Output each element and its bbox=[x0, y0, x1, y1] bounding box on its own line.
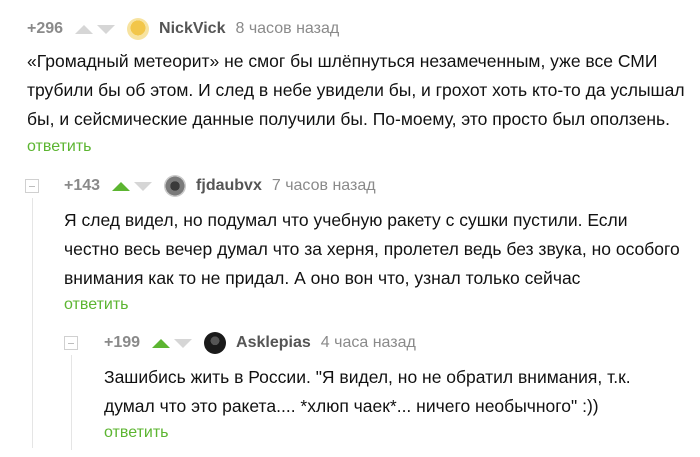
thread-line[interactable] bbox=[32, 198, 33, 448]
avatar[interactable] bbox=[127, 18, 150, 40]
comment-text-line: честно весь вечер думал что за херня, пр… bbox=[64, 239, 680, 259]
comment-time: 7 часов назад bbox=[271, 177, 376, 194]
author-name[interactable]: NickVick bbox=[159, 20, 225, 38]
downvote-icon[interactable] bbox=[134, 181, 153, 191]
comment-text-line: думал что это ракета.... *хлюп чаек*... … bbox=[104, 396, 599, 416]
comment-text-line: внимания как то не придал. А оно вон что… bbox=[64, 268, 581, 288]
comment-text: Я след видел, но подумал что учебную рак… bbox=[64, 206, 680, 293]
comment-text-line: Я след видел, но подумал что учебную рак… bbox=[64, 210, 628, 230]
comment-score: +199 bbox=[104, 334, 141, 351]
upvote-icon[interactable] bbox=[112, 181, 131, 191]
reply-link[interactable]: ответить bbox=[104, 424, 169, 442]
comment-score: +143 bbox=[64, 177, 101, 194]
upvote-icon[interactable] bbox=[152, 338, 171, 348]
avatar[interactable] bbox=[164, 175, 187, 197]
comment-text-line: Зашибись жить в России. "Я видел, но не … bbox=[104, 367, 631, 387]
comment-text-line: бы, и сейсмические данные получили бы. П… bbox=[27, 109, 670, 129]
comment-time: 8 часов назад bbox=[235, 20, 340, 37]
comment-header: +199 Asklepias 4 часа назад bbox=[104, 331, 416, 355]
reply-link[interactable]: ответить bbox=[64, 296, 129, 314]
author-name[interactable]: fjdaubvx bbox=[196, 177, 262, 195]
comment-score: +296 bbox=[27, 20, 64, 37]
comment-text: Зашибись жить в России. "Я видел, но не … bbox=[104, 363, 631, 421]
reply-link[interactable]: ответить bbox=[27, 138, 92, 156]
downvote-icon[interactable] bbox=[97, 24, 116, 34]
comment-text: «Громадный метеорит» не смог бы шлёпнуть… bbox=[27, 47, 685, 134]
thread-line[interactable] bbox=[71, 355, 72, 450]
comment-text-line: «Громадный метеорит» не смог бы шлёпнуть… bbox=[27, 51, 658, 71]
collapse-thread-button[interactable] bbox=[64, 336, 78, 350]
author-name[interactable]: Asklepias bbox=[236, 334, 311, 352]
comment-header: +296 NickVick 8 часов назад bbox=[27, 17, 339, 41]
comment-text-line: трубили бы об этом. И след в небе увидел… bbox=[27, 80, 685, 100]
upvote-icon[interactable] bbox=[75, 24, 94, 34]
downvote-icon[interactable] bbox=[174, 338, 193, 348]
comment-time: 4 часа назад bbox=[320, 334, 416, 351]
collapse-thread-button[interactable] bbox=[25, 179, 39, 193]
avatar[interactable] bbox=[204, 332, 227, 354]
comment-header: +143 fjdaubvx 7 часов назад bbox=[64, 174, 376, 198]
